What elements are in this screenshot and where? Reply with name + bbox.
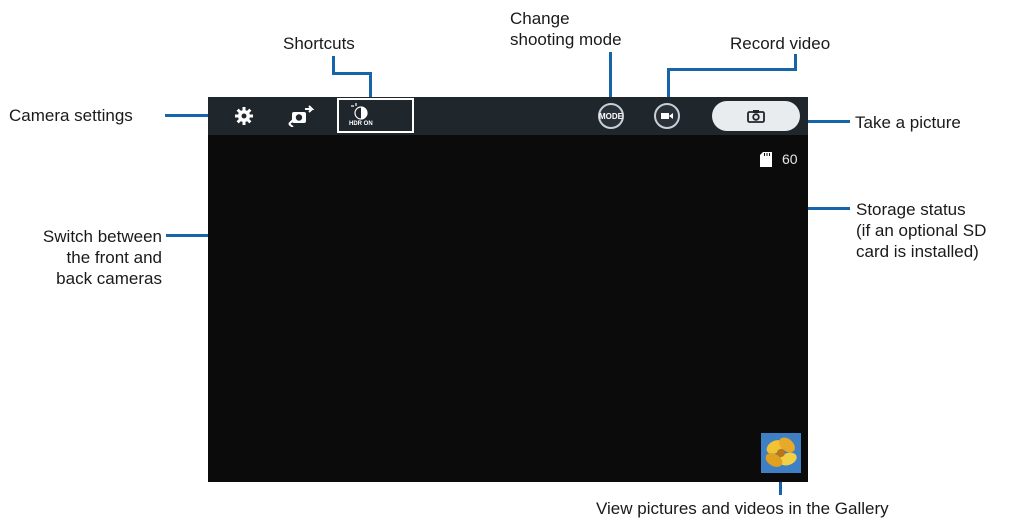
storage-count: 60 (782, 151, 798, 167)
callout-record-video: Record video (730, 34, 831, 53)
callout-camera-settings: Camera settings (9, 106, 133, 125)
camera-viewfinder[interactable]: HDR ON MODE 60 (208, 97, 808, 482)
line-shortcuts-v2 (369, 72, 372, 98)
callout-gallery: View pictures and videos in the Gallery (596, 499, 889, 518)
video-camera-icon (661, 113, 673, 119)
camera-toolbar: HDR ON MODE (208, 97, 808, 135)
callout-change-mode-line2: shooting mode (510, 30, 622, 49)
callout-take-picture: Take a picture (855, 113, 961, 132)
hdr-label: HDR ON (349, 121, 373, 127)
callout-switch-line2: the front and (66, 248, 162, 267)
take-picture-button[interactable] (712, 101, 800, 131)
hdr-icon (351, 103, 368, 120)
line-shortcuts-h (332, 72, 372, 75)
mode-label: MODE (599, 111, 623, 121)
line-gallery (779, 481, 782, 495)
line-record-v2 (794, 54, 797, 71)
camera-icon (747, 110, 765, 123)
settings-button[interactable] (234, 106, 254, 126)
shortcuts-area[interactable]: HDR ON (337, 98, 414, 133)
gallery-thumbnail[interactable] (761, 433, 801, 473)
callout-storage-line2: (if an optional SD (856, 221, 987, 240)
line-shortcuts-v1 (332, 56, 335, 75)
line-record-v1 (667, 68, 670, 98)
switch-camera-icon (288, 105, 315, 128)
callout-switch-camera: Switch between the front and back camera… (12, 226, 162, 289)
callout-storage-line3: card is installed) (856, 242, 979, 261)
callout-storage-line1: Storage status (856, 200, 966, 219)
callout-switch-line3: back cameras (56, 269, 162, 288)
sd-card-icon (760, 151, 772, 167)
gear-icon (235, 107, 253, 125)
switch-camera-button[interactable] (288, 105, 315, 128)
callout-change-mode-line1: Change (510, 9, 570, 28)
callout-shortcuts: Shortcuts (283, 34, 355, 53)
callout-storage-status: Storage status (if an optional SD card i… (856, 199, 986, 262)
callout-switch-line1: Switch between (42, 227, 162, 246)
line-mode (609, 52, 612, 98)
mode-button[interactable]: MODE (598, 103, 624, 129)
storage-status: 60 (760, 151, 798, 167)
line-record-h (667, 68, 797, 71)
record-video-button[interactable] (654, 103, 680, 129)
flower-image (761, 433, 801, 473)
callout-change-mode: Change shooting mode (510, 8, 622, 50)
